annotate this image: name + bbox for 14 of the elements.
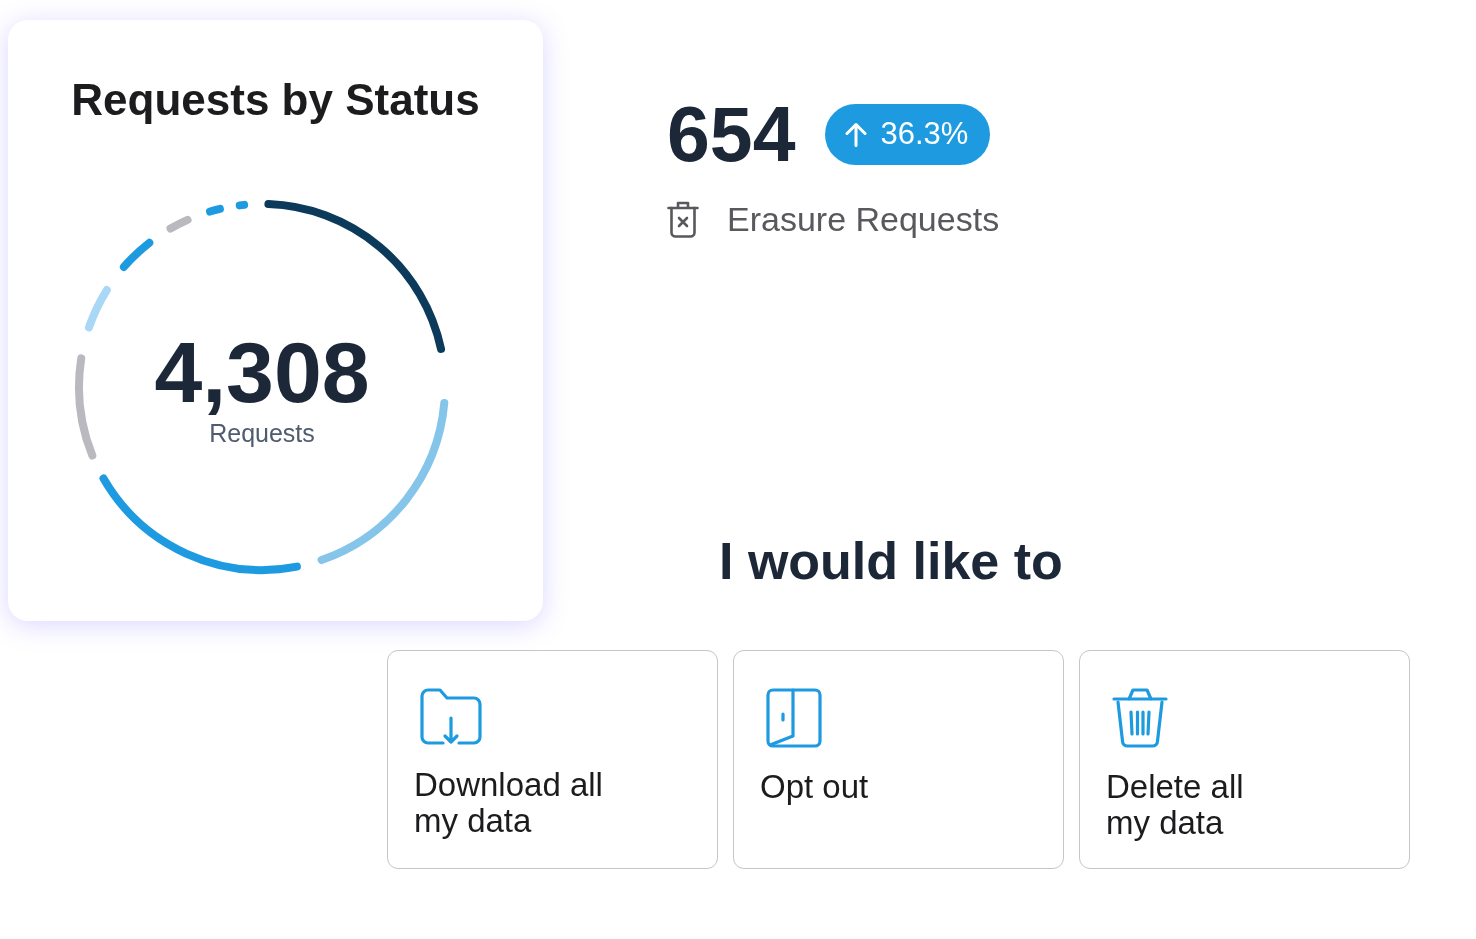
stat-label: Erasure Requests (727, 199, 1000, 239)
total-count: 4,308 (154, 328, 370, 416)
card-title: Requests by Status (71, 74, 480, 126)
total-label: Requests (209, 418, 315, 448)
trash-x-icon (667, 200, 699, 238)
actions-heading: I would like to (719, 531, 1063, 591)
delete-data-button[interactable]: Delete all my data (1079, 650, 1410, 869)
change-percent: 36.3% (880, 117, 969, 151)
download-data-button[interactable]: Download all my data (387, 650, 718, 869)
trash-icon (1112, 688, 1168, 748)
stat-value: 654 (667, 93, 796, 175)
opt-out-button[interactable]: Opt out (733, 650, 1064, 869)
door-icon (766, 688, 822, 748)
folder-download-icon (420, 688, 482, 746)
